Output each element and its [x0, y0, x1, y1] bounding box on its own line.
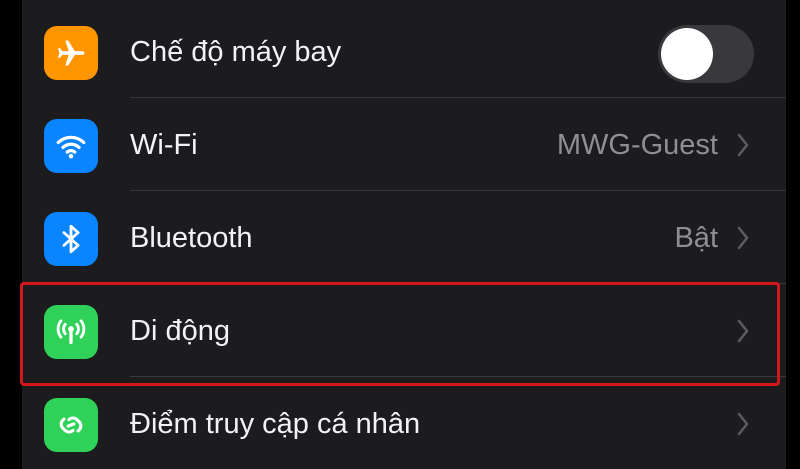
settings-group: Chế độ máy bay Wi-Fi MWG-Guest Bluetooth…	[22, 0, 786, 469]
wifi-icon	[44, 119, 98, 173]
settings-row-label: Di động	[130, 315, 230, 347]
chevron-right-icon	[737, 319, 749, 343]
settings-row-personal-hotspot[interactable]: Điểm truy cập cá nhân	[22, 377, 786, 469]
personal-hotspot-icon	[44, 398, 98, 452]
toggle-knob	[661, 28, 713, 80]
settings-row-label: Điểm truy cập cá nhân	[130, 408, 421, 440]
cellular-antenna-icon	[44, 305, 98, 359]
settings-row-label: Bluetooth	[130, 222, 253, 254]
settings-row-cellular[interactable]: Di động	[22, 284, 786, 377]
settings-row-wifi[interactable]: Wi-Fi MWG-Guest	[22, 98, 786, 191]
settings-row-label: Wi-Fi	[130, 129, 198, 161]
settings-screen: Chế độ máy bay Wi-Fi MWG-Guest Bluetooth…	[0, 0, 800, 469]
bluetooth-icon	[44, 212, 98, 266]
chevron-right-icon	[737, 226, 749, 250]
bluetooth-status-value: Bật	[674, 222, 718, 254]
airplane-mode-toggle[interactable]	[658, 25, 754, 83]
settings-row-airplane-mode[interactable]: Chế độ máy bay	[22, 5, 786, 98]
settings-row-bluetooth[interactable]: Bluetooth Bật	[22, 191, 786, 284]
chevron-right-icon	[737, 412, 749, 436]
wifi-network-value: MWG-Guest	[556, 129, 718, 161]
airplane-icon	[44, 26, 98, 80]
settings-row-label: Chế độ máy bay	[130, 36, 342, 68]
chevron-right-icon	[737, 133, 749, 157]
